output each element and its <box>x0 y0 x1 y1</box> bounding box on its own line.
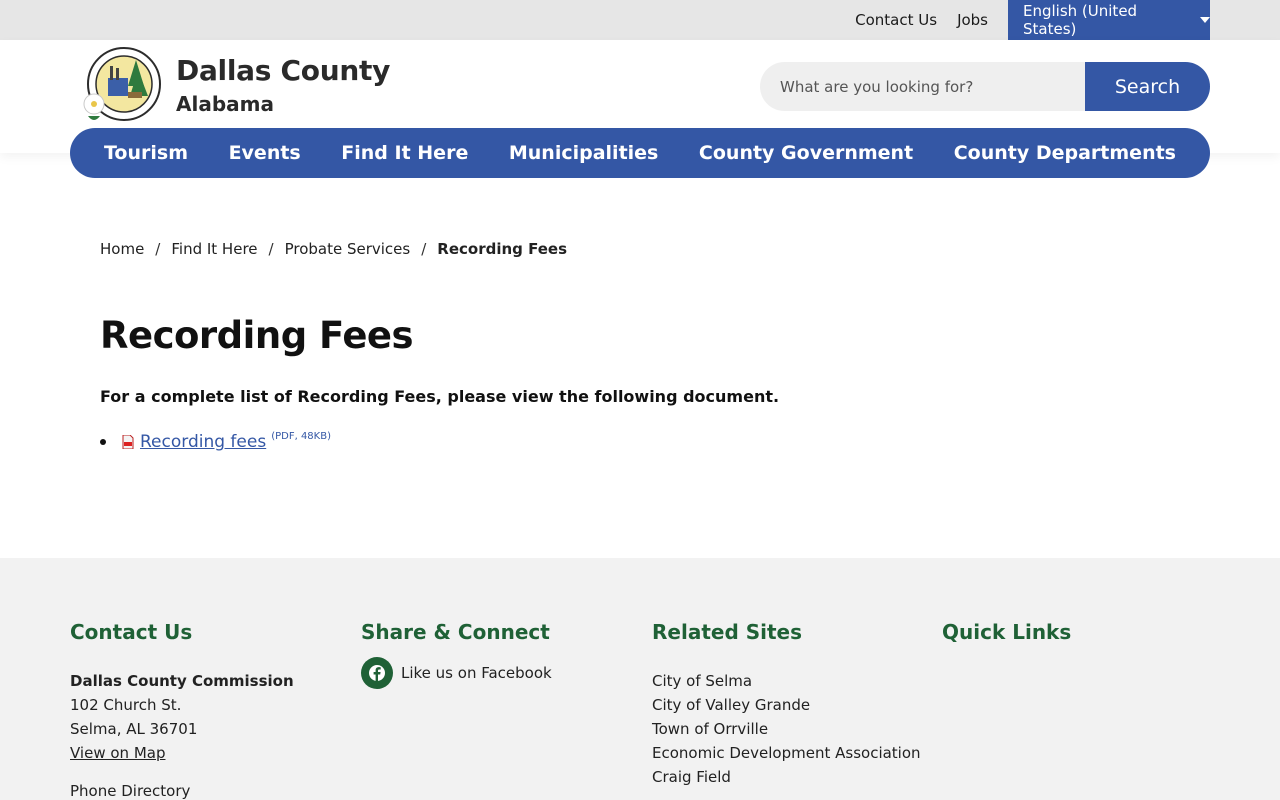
recording-fees-pdf-link[interactable]: Recording fees <box>140 432 266 452</box>
jobs-link[interactable]: Jobs <box>957 11 988 29</box>
footer-quick-links: Quick Links <box>942 620 1071 669</box>
site-footer: Contact Us Dallas County Commission 102 … <box>0 558 1280 800</box>
facebook-link[interactable]: Like us on Facebook <box>361 657 552 689</box>
footer-related-sites: Related Sites City of Selma City of Vall… <box>652 620 921 789</box>
document-meta: (PDF, 48KB) <box>271 430 331 442</box>
footer-share: Share & Connect Like us on Facebook <box>361 620 552 689</box>
related-site-link[interactable]: Economic Development Association <box>652 741 921 765</box>
site-title[interactable]: Dallas County <box>176 54 390 87</box>
document-list-item: Recording fees (PDF, 48KB) <box>100 430 331 452</box>
utility-bar: Contact Us Jobs English (United States) <box>0 0 1280 40</box>
site-subtitle[interactable]: Alabama <box>176 92 274 116</box>
search-button[interactable]: Search <box>1085 62 1210 111</box>
footer-quick-heading: Quick Links <box>942 620 1072 644</box>
utility-links: Contact Us Jobs English (United States) <box>855 0 1210 40</box>
intro-text: For a complete list of Recording Fees, p… <box>100 387 780 406</box>
footer-map-row: View on Map <box>70 741 294 765</box>
language-selector[interactable]: English (United States) <box>1008 0 1210 40</box>
county-seal-logo[interactable] <box>78 46 164 126</box>
caret-down-icon <box>1200 17 1210 23</box>
breadcrumb: Home / Find It Here / Probate Services /… <box>100 240 567 258</box>
related-site-link[interactable]: City of Selma <box>652 669 921 693</box>
footer-contact-heading: Contact Us <box>70 620 193 644</box>
page-title: Recording Fees <box>100 314 414 357</box>
breadcrumb-home[interactable]: Home <box>100 240 144 258</box>
related-site-link[interactable]: City of Valley Grande <box>652 693 921 717</box>
footer-address-line: 102 Church St. <box>70 696 182 714</box>
footer-address-line: Selma, AL 36701 <box>70 720 198 738</box>
phone-directory-link[interactable]: Phone Directory <box>70 779 294 800</box>
nav-item-municipalities[interactable]: Municipalities <box>509 142 659 164</box>
facebook-icon <box>361 657 393 689</box>
nav-item-county-government[interactable]: County Government <box>699 142 913 164</box>
footer-contact: Contact Us Dallas County Commission 102 … <box>70 620 294 800</box>
breadcrumb-separator: / <box>268 240 274 258</box>
related-site-link[interactable]: Craig Field <box>652 765 921 789</box>
view-on-map-link[interactable]: View on Map <box>70 744 165 762</box>
breadcrumb-current: Recording Fees <box>437 240 568 258</box>
facebook-label: Like us on Facebook <box>401 664 552 682</box>
footer-org-name: Dallas County Commission <box>70 672 294 690</box>
pdf-icon <box>122 435 134 449</box>
footer-share-heading: Share & Connect <box>361 620 550 644</box>
contact-us-link[interactable]: Contact Us <box>855 11 937 29</box>
breadcrumb-probate-services[interactable]: Probate Services <box>285 240 411 258</box>
related-site-link[interactable]: Town of Orrville <box>652 717 921 741</box>
breadcrumb-separator: / <box>421 240 427 258</box>
nav-item-find-it-here[interactable]: Find It Here <box>341 142 468 164</box>
language-label: English (United States) <box>1023 2 1138 38</box>
nav-item-county-departments[interactable]: County Departments <box>954 142 1176 164</box>
breadcrumb-separator: / <box>155 240 161 258</box>
nav-item-events[interactable]: Events <box>229 142 301 164</box>
main-nav: Tourism Events Find It Here Municipaliti… <box>70 128 1210 178</box>
nav-item-tourism[interactable]: Tourism <box>104 142 188 164</box>
search-input[interactable] <box>760 62 1085 111</box>
list-bullet <box>100 439 106 445</box>
footer-related-heading: Related Sites <box>652 620 803 644</box>
breadcrumb-find-it-here[interactable]: Find It Here <box>171 240 257 258</box>
search-bar: Search <box>760 62 1210 111</box>
